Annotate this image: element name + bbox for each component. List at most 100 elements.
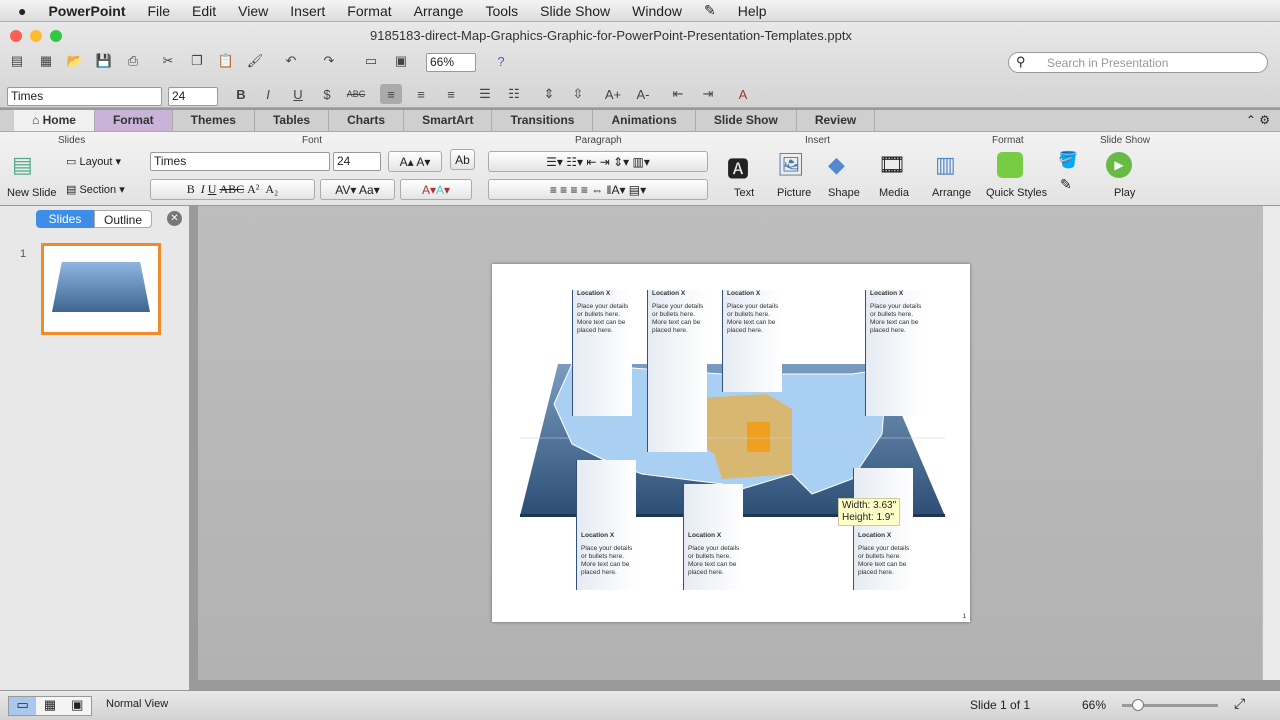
collapse-ribbon-icon[interactable]: ⌃ ⚙	[1236, 110, 1280, 131]
show-icon[interactable]: ▣	[390, 51, 412, 71]
grow-shrink-font-buttons[interactable]: A▴ A▾	[388, 151, 442, 172]
insert-shape-button[interactable]: Shape	[828, 187, 860, 199]
quick-styles-icon[interactable]	[997, 152, 1023, 178]
menu-format[interactable]: Format	[347, 3, 391, 19]
redo-icon[interactable]: ↷	[318, 51, 340, 71]
columns-icon[interactable]: ⇳	[567, 84, 589, 104]
text-box-icon[interactable]: 🅰	[727, 152, 749, 184]
font-color-icon[interactable]: A	[732, 84, 754, 104]
list-indent-buttons[interactable]: ☰▾ ☷▾ ⇤ ⇥ ⇕▾ ▥▾	[488, 151, 708, 172]
copy-icon[interactable]: ❐	[186, 51, 208, 71]
insert-media-button[interactable]: Media	[879, 187, 909, 199]
tab-animations[interactable]: Animations	[593, 110, 696, 131]
format-painter-icon[interactable]: 🖌	[244, 51, 266, 71]
callout-5[interactable]: Location X Place your details or bullets …	[576, 460, 636, 590]
arrange-icon[interactable]: ▥	[935, 152, 956, 178]
zoom-slider-thumb[interactable]	[1132, 699, 1144, 711]
search-input[interactable]: Search in Presentation	[1008, 52, 1268, 73]
numbering-icon[interactable]: ☷	[503, 84, 525, 104]
script-menu-icon[interactable]: ✎	[704, 2, 716, 19]
underline-icon[interactable]: U	[287, 84, 309, 104]
vertical-scrollbar[interactable]	[1262, 206, 1280, 680]
strikethrough-icon[interactable]: ABC	[345, 84, 367, 104]
italic-icon[interactable]: I	[257, 84, 279, 104]
cut-icon[interactable]: ✂	[157, 51, 179, 71]
zoom-window-button[interactable]	[50, 30, 62, 42]
templates-icon[interactable]: ▦	[35, 51, 57, 71]
new-slide-button[interactable]: New Slide	[7, 187, 57, 199]
font-size-field[interactable]: 24	[168, 87, 218, 106]
menu-arrange[interactable]: Arrange	[414, 3, 464, 19]
font-color-highlight-buttons[interactable]: A▾ A ▾	[400, 179, 472, 200]
fill-color-icon[interactable]: 🪣	[1058, 150, 1078, 170]
tab-smartart[interactable]: SmartArt	[404, 110, 493, 131]
spacing-case-buttons[interactable]: AV▾ Aa▾	[320, 179, 395, 200]
menu-slideshow[interactable]: Slide Show	[540, 3, 610, 19]
callout-3[interactable]: Location X Place your details or bullets …	[722, 290, 782, 392]
alignment-buttons[interactable]: ≡ ≡ ≡ ≡ ⇔ ‖A▾ ▤▾	[488, 179, 708, 200]
section-button[interactable]: ▤ Section ▾	[66, 183, 125, 196]
sorter-view-icon[interactable]: ▦	[36, 697, 63, 715]
tab-review[interactable]: Review	[797, 110, 876, 131]
minimize-window-button[interactable]	[30, 30, 42, 42]
callout-4[interactable]: Location X Place your details or bullets …	[865, 290, 925, 416]
menu-window[interactable]: Window	[632, 3, 682, 19]
line-spacing-icon[interactable]: ⇕	[538, 84, 560, 104]
callout-1[interactable]: Location X Place your details or bullets …	[572, 290, 632, 416]
clear-format-icon[interactable]: Ab	[450, 149, 475, 170]
bold-icon[interactable]: B	[230, 84, 252, 104]
play-button[interactable]: Play	[1114, 187, 1135, 199]
slide-thumbnail[interactable]	[41, 243, 161, 335]
callout-2[interactable]: Location X Place your details or bullets …	[647, 290, 707, 452]
paste-icon[interactable]: 📋	[215, 51, 237, 71]
layout-button[interactable]: ▭ Layout ▾	[66, 155, 121, 168]
tab-format[interactable]: Format	[94, 110, 173, 131]
insert-text-button[interactable]: Text	[734, 187, 754, 199]
slide-sorter-icon[interactable]: ▭	[360, 51, 382, 71]
presenter-view-icon[interactable]: ▣	[64, 697, 91, 715]
font-name-field[interactable]: Times	[7, 87, 162, 106]
tab-outline[interactable]: Outline	[94, 210, 152, 228]
align-left-icon[interactable]: ≡	[380, 84, 402, 104]
arrange-button[interactable]: Arrange	[932, 187, 971, 199]
tab-transitions[interactable]: Transitions	[492, 110, 594, 131]
picture-icon[interactable]: 🖼	[777, 152, 805, 178]
menu-tools[interactable]: Tools	[485, 3, 518, 19]
tab-themes[interactable]: Themes	[173, 110, 255, 131]
decrease-indent-icon[interactable]: ⇤	[667, 84, 689, 104]
menu-view[interactable]: View	[238, 3, 268, 19]
open-icon[interactable]: 📂	[64, 51, 86, 71]
help-icon[interactable]: ?	[490, 51, 512, 71]
menu-edit[interactable]: Edit	[192, 3, 216, 19]
line-color-icon[interactable]: ✎	[1060, 176, 1072, 193]
apple-icon[interactable]: ●	[18, 3, 26, 19]
ribbon-font-field[interactable]: Times	[150, 152, 330, 171]
tab-home[interactable]: ⌂ Home	[14, 110, 95, 131]
normal-view-icon[interactable]: ▭	[9, 697, 37, 715]
tab-tables[interactable]: Tables	[255, 110, 330, 131]
increase-indent-icon[interactable]: ⇥	[697, 84, 719, 104]
shrink-font-icon[interactable]: A-	[632, 84, 654, 104]
close-panel-icon[interactable]: ✕	[167, 211, 182, 226]
new-icon[interactable]: ▤	[6, 51, 28, 71]
menu-insert[interactable]: Insert	[290, 3, 325, 19]
play-icon[interactable]: ▶	[1106, 152, 1132, 178]
save-icon[interactable]: 💾	[93, 51, 115, 71]
print-icon[interactable]: ⎙	[122, 51, 144, 71]
menu-app[interactable]: PowerPoint	[48, 3, 125, 19]
callout-6[interactable]: Location X Place your details or bullets …	[683, 484, 743, 590]
align-right-icon[interactable]: ≡	[440, 84, 462, 104]
fit-window-icon[interactable]: ⤢	[1234, 695, 1245, 712]
font-style-buttons[interactable]: B I U ABC A² A₂	[150, 179, 315, 200]
callout-7[interactable]: Location X Place your details or bullets …	[853, 468, 913, 590]
tab-charts[interactable]: Charts	[329, 110, 405, 131]
close-window-button[interactable]	[10, 30, 22, 42]
new-slide-icon[interactable]: ▤	[12, 152, 33, 178]
menu-help[interactable]: Help	[738, 3, 767, 19]
undo-icon[interactable]: ↶	[280, 51, 302, 71]
ribbon-font-size-field[interactable]: 24	[333, 152, 381, 171]
tab-slides[interactable]: Slides	[36, 210, 94, 228]
grow-font-icon[interactable]: A+	[602, 84, 624, 104]
menu-file[interactable]: File	[147, 3, 170, 19]
shadow-icon[interactable]: $	[316, 84, 338, 104]
